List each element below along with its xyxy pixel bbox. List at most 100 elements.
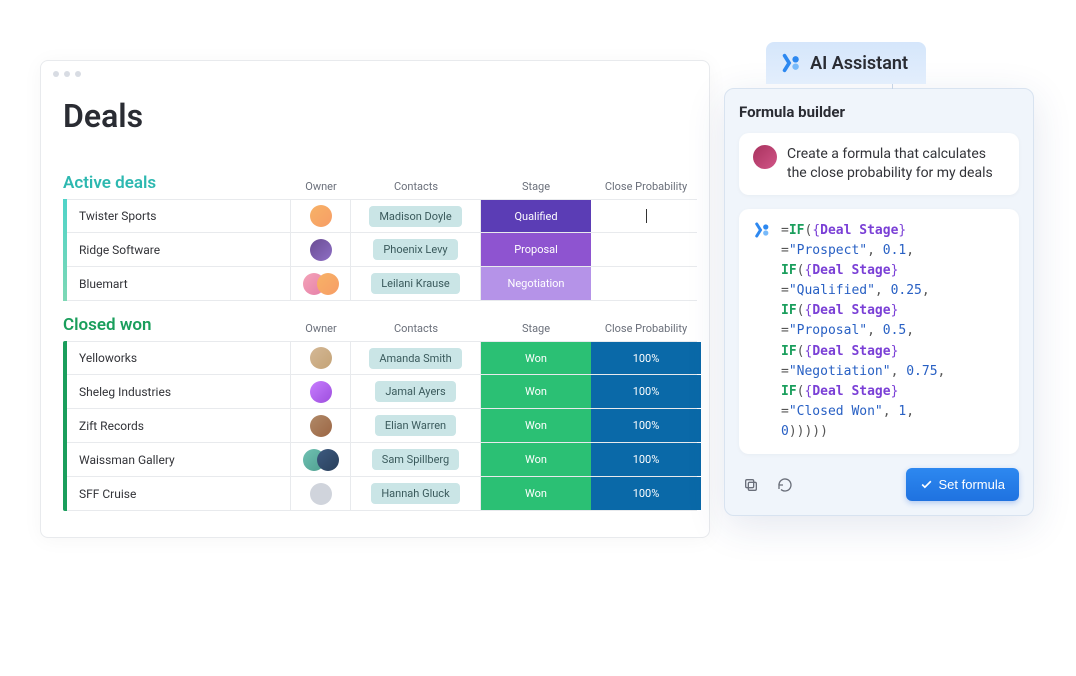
page-title: Deals xyxy=(41,81,709,159)
deal-name[interactable]: Yelloworks xyxy=(67,342,291,374)
ai-response-bubble: =IF({Deal Stage}="Prospect", 0.1,IF({Dea… xyxy=(739,209,1019,455)
active-deals-table: Twister Sports Madison Doyle Qualified R… xyxy=(63,199,697,301)
table-row[interactable]: Ridge Software Phoenix Levy Proposal xyxy=(67,233,697,267)
deal-name[interactable]: Twister Sports xyxy=(67,200,291,232)
ai-logo-icon xyxy=(780,52,802,74)
formula-code[interactable]: =IF({Deal Stage}="Prospect", 0.1,IF({Dea… xyxy=(781,221,945,443)
window-controls xyxy=(41,61,709,81)
ai-assistant-tab[interactable]: AI Assistant xyxy=(766,42,926,84)
close-probability-cell[interactable]: 100% xyxy=(591,443,701,476)
panel-title: Formula builder xyxy=(739,103,1019,121)
deal-name[interactable]: Waissman Gallery xyxy=(67,443,291,476)
owner-cell[interactable] xyxy=(291,443,351,476)
regenerate-button[interactable] xyxy=(773,473,797,497)
contacts-cell[interactable]: Hannah Gluck xyxy=(351,477,481,510)
close-probability-cell[interactable]: 100% xyxy=(591,477,701,510)
section-title-won: Closed won xyxy=(63,315,291,335)
col-contacts: Contacts xyxy=(351,180,481,193)
stage-cell[interactable]: Won xyxy=(481,477,591,510)
owner-cell[interactable] xyxy=(291,233,351,266)
copy-button[interactable] xyxy=(739,473,763,497)
avatar xyxy=(310,205,332,227)
table-row[interactable]: Sheleg Industries Jamal Ayers Won 100% xyxy=(67,375,697,409)
panel-actions: Set formula xyxy=(739,468,1019,501)
contact-chip: Madison Doyle xyxy=(369,206,461,227)
deal-name[interactable]: Sheleg Industries xyxy=(67,375,291,408)
set-formula-button[interactable]: Set formula xyxy=(906,468,1019,501)
table-row[interactable]: Bluemart Leilani Krause Negotiation xyxy=(67,267,697,301)
table-row[interactable]: Zift Records Elian Warren Won 100% xyxy=(67,409,697,443)
section-title-active: Active deals xyxy=(63,173,291,193)
table-row[interactable]: Yelloworks Amanda Smith Won 100% xyxy=(67,341,697,375)
contacts-cell[interactable]: Sam Spillberg xyxy=(351,443,481,476)
close-probability-cell[interactable]: 100% xyxy=(591,375,701,408)
close-probability-cell[interactable] xyxy=(591,200,701,232)
contacts-cell[interactable]: Amanda Smith xyxy=(351,342,481,374)
owner-cell[interactable] xyxy=(291,409,351,442)
owner-cell[interactable] xyxy=(291,200,351,232)
avatar xyxy=(310,483,332,505)
section-header-won: Closed won Owner Contacts Stage Close Pr… xyxy=(41,315,709,341)
contacts-cell[interactable]: Madison Doyle xyxy=(351,200,481,232)
closed-won-table: Yelloworks Amanda Smith Won 100% Sheleg … xyxy=(63,341,697,511)
contact-chip: Elian Warren xyxy=(375,415,456,436)
deal-name[interactable]: Bluemart xyxy=(67,267,291,300)
contacts-cell[interactable]: Jamal Ayers xyxy=(351,375,481,408)
deal-name[interactable]: SFF Cruise xyxy=(67,477,291,510)
table-row[interactable]: SFF Cruise Hannah Gluck Won 100% xyxy=(67,477,697,511)
col-stage: Stage xyxy=(481,180,591,193)
owner-cell[interactable] xyxy=(291,477,351,510)
close-probability-cell[interactable] xyxy=(591,267,701,300)
table-row[interactable]: Twister Sports Madison Doyle Qualified xyxy=(67,199,697,233)
ai-logo-icon xyxy=(753,221,771,239)
check-icon xyxy=(920,478,933,491)
contact-chip: Amanda Smith xyxy=(369,348,461,369)
contacts-cell[interactable]: Phoenix Levy xyxy=(351,233,481,266)
col-prob: Close Probability xyxy=(591,322,701,335)
col-owner: Owner xyxy=(291,322,351,335)
user-prompt-text: Create a formula that calculates the clo… xyxy=(787,145,1005,183)
col-contacts: Contacts xyxy=(351,322,481,335)
owner-cell[interactable] xyxy=(291,342,351,374)
avatar xyxy=(310,239,332,261)
contact-chip: Sam Spillberg xyxy=(372,449,459,470)
avatar xyxy=(317,273,339,295)
stage-cell[interactable]: Won xyxy=(481,375,591,408)
text-cursor xyxy=(646,209,647,223)
avatar xyxy=(310,381,332,403)
user-prompt-bubble: Create a formula that calculates the clo… xyxy=(739,133,1019,195)
owner-cell[interactable] xyxy=(291,267,351,300)
deals-window: Deals Active deals Owner Contacts Stage … xyxy=(40,60,710,538)
deal-name[interactable]: Ridge Software xyxy=(67,233,291,266)
close-probability-cell[interactable]: 100% xyxy=(591,409,701,442)
contact-chip: Leilani Krause xyxy=(371,273,460,294)
refresh-icon xyxy=(777,477,793,493)
avatar xyxy=(310,347,332,369)
user-avatar xyxy=(753,145,777,169)
avatar xyxy=(310,415,332,437)
stage-cell[interactable]: Won xyxy=(481,409,591,442)
contact-chip: Jamal Ayers xyxy=(375,381,455,402)
col-prob: Close Probability xyxy=(591,180,701,193)
avatar xyxy=(317,449,339,471)
ai-assistant-panel: Formula builder Create a formula that ca… xyxy=(724,88,1034,516)
contact-chip: Hannah Gluck xyxy=(371,483,459,504)
close-probability-cell[interactable]: 100% xyxy=(591,342,701,374)
stage-cell[interactable]: Won xyxy=(481,342,591,374)
col-owner: Owner xyxy=(291,180,351,193)
stage-cell[interactable]: Qualified xyxy=(481,200,591,232)
section-header-active: Active deals Owner Contacts Stage Close … xyxy=(41,173,709,199)
col-stage: Stage xyxy=(481,322,591,335)
stage-cell[interactable]: Won xyxy=(481,443,591,476)
contacts-cell[interactable]: Leilani Krause xyxy=(351,267,481,300)
table-row[interactable]: Waissman Gallery Sam Spillberg Won 100% xyxy=(67,443,697,477)
owner-cell[interactable] xyxy=(291,375,351,408)
set-formula-label: Set formula xyxy=(939,477,1005,492)
contacts-cell[interactable]: Elian Warren xyxy=(351,409,481,442)
deal-name[interactable]: Zift Records xyxy=(67,409,291,442)
close-probability-cell[interactable] xyxy=(591,233,701,266)
contact-chip: Phoenix Levy xyxy=(373,239,457,260)
ai-tab-label: AI Assistant xyxy=(810,53,908,74)
stage-cell[interactable]: Negotiation xyxy=(481,267,591,300)
stage-cell[interactable]: Proposal xyxy=(481,233,591,266)
